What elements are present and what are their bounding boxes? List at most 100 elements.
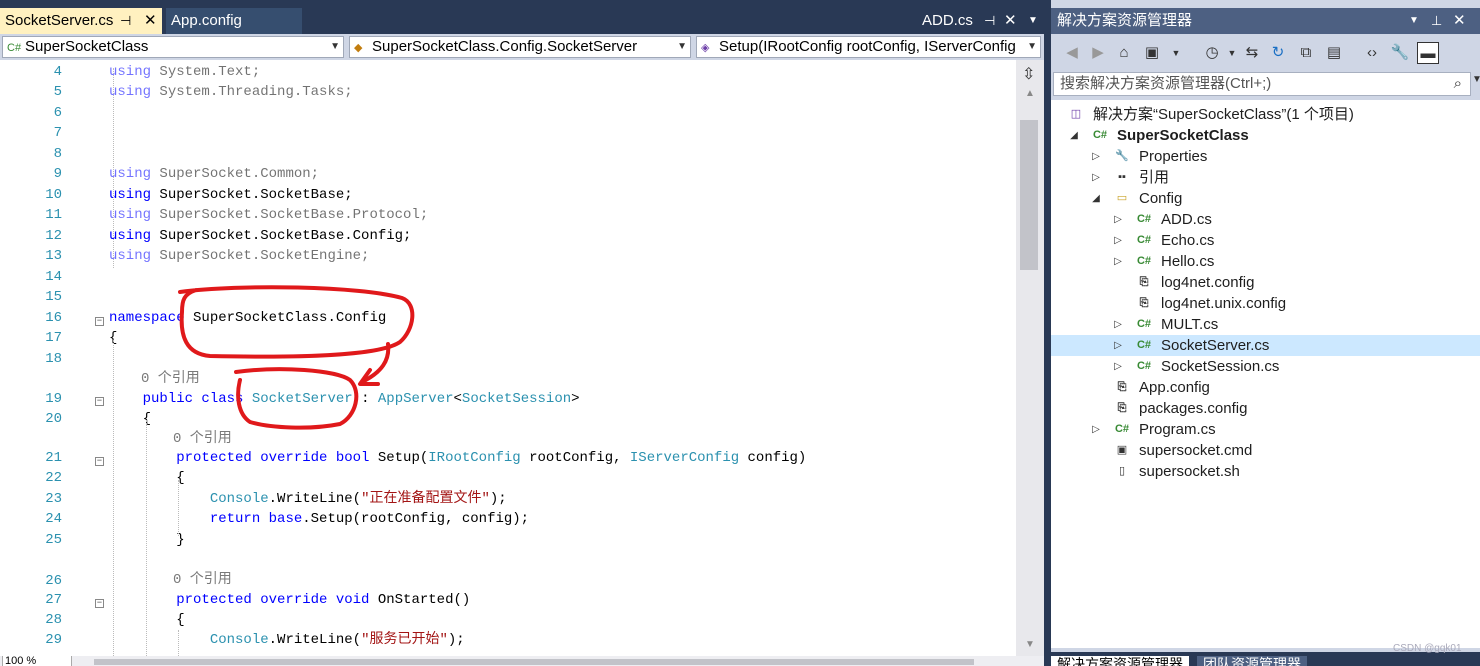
home-icon[interactable]: ⌂ [1113,42,1135,64]
code-line[interactable]: public class SocketServer : AppServer<So… [109,389,580,409]
expand-arrow-icon[interactable]: ▷ [1113,251,1123,272]
solution-tree: ◫ 解决方案“SuperSocketClass”(1 个项目) ◢ C# SuperSo… [1051,100,1480,648]
pin-icon[interactable]: ⊣ [120,8,131,34]
codelens-reference-count[interactable]: 0 个引用 [173,429,232,449]
pin-icon[interactable]: ⊣ [984,8,995,34]
back-icon[interactable]: ◀ [1061,42,1083,64]
tree-item[interactable]: ⎘ App.config [1051,377,1480,398]
tree-item[interactable]: ▷ 🔧 Properties [1051,146,1480,167]
expand-arrow-icon[interactable]: ▷ [1113,209,1123,230]
code-token: SuperSocket.SocketBase.Protocol; [151,207,429,223]
code-line[interactable]: Console.WriteLine("服务已开始"); [109,630,465,650]
codelens-reference-count[interactable]: 0 个引用 [141,369,200,389]
tab-solution-explorer[interactable]: 解决方案资源管理器 [1051,656,1189,666]
chevron-down-icon[interactable]: ▼ [1472,74,1480,85]
code-token: ); [447,632,465,648]
scrollbar-thumb[interactable] [1020,120,1038,270]
tree-item[interactable]: ⎘ log4net.unix.config [1051,293,1480,314]
code-token: IServerConfig [629,450,740,466]
tree-item[interactable]: ▣ supersocket.cmd [1051,440,1480,461]
collapse-arrow-icon[interactable]: ◢ [1091,188,1101,209]
fold-toggle[interactable]: − [95,599,104,608]
scroll-up-icon[interactable]: ▲ [1025,88,1035,99]
code-line[interactable]: protected override bool Setup(IRootConfi… [109,448,806,468]
expand-arrow-icon[interactable]: ▷ [1113,356,1123,377]
code-line[interactable]: using System.Threading.Tasks; [109,82,353,102]
chevron-down-icon[interactable]: ▼ [1409,8,1419,34]
refresh-icon[interactable]: ↻ [1267,42,1289,64]
line-number: 12 [45,228,62,244]
tree-item[interactable]: ⎘ packages.config [1051,398,1480,419]
code-line[interactable]: using SuperSocket.SocketBase.Protocol; [109,205,428,225]
collapse-all-icon[interactable]: ⧉ [1295,42,1317,64]
fold-toggle[interactable]: − [95,457,104,466]
scroll-down-icon[interactable]: ▼ [1025,639,1035,650]
tab-add-cs[interactable]: ADD.cs ⊣ ✕ ▼ [900,8,1044,34]
code-line[interactable]: { [109,409,151,429]
zoom-dropdown[interactable]: 100 % [2,656,72,666]
codelens-reference-count[interactable]: 0 个引用 [173,570,232,590]
tree-item[interactable]: ▷ C# Echo.cs [1051,230,1480,251]
expand-arrow-icon[interactable]: ▷ [1113,314,1123,335]
code-line[interactable]: using SuperSocket.Common; [109,164,319,184]
code-line[interactable]: using System.Text; [109,62,260,82]
vertical-scrollbar[interactable]: ⇳ ▲ ▼ [1016,60,1044,656]
tree-item[interactable]: ▷ ▪▪ 引用 [1051,167,1480,188]
properties-wrench-icon[interactable]: 🔧 [1389,42,1411,64]
close-icon[interactable]: ✕ [144,8,157,34]
project-dropdown[interactable]: C# SuperSocketClass ▼ [2,36,344,58]
tab-app-config[interactable]: App.config [166,8,302,34]
chevron-down-icon[interactable]: ▼ [1028,8,1038,34]
code-line[interactable]: Console.WriteLine("正在准备配置文件"); [109,489,507,509]
tree-item[interactable]: ▷ C# ADD.cs [1051,209,1480,230]
code-text-area[interactable]: 4 using System.Text; 5 using System.Threadi… [0,60,1016,656]
code-line[interactable]: return base.Setup(rootConfig, config); [109,509,529,529]
tree-item[interactable]: ◢ ▭ Config [1051,188,1480,209]
split-view-icon[interactable]: ⇳ [1022,64,1035,84]
fold-toggle[interactable]: − [95,397,104,406]
tab-socketserver-cs[interactable]: SocketServer.cs ⊣ ✕ [0,8,162,34]
view-code-icon[interactable]: ‹› [1361,42,1383,64]
tree-item[interactable]: ▷ C# SocketServer.cs [1051,335,1480,356]
pin-icon[interactable]: ⊥ [1431,8,1442,34]
expand-arrow-icon[interactable]: ▷ [1091,167,1101,188]
tree-item[interactable]: ▷ C# Program.cs [1051,419,1480,440]
solution-search-input[interactable]: 搜索解决方案资源管理器(Ctrl+;) ⌕ [1053,72,1471,96]
pending-changes-icon[interactable]: ◷ [1201,42,1223,64]
sync-icon[interactable]: ⇆ [1241,42,1263,64]
close-icon[interactable]: ✕ [1453,8,1466,34]
tree-item[interactable]: ▷ C# Hello.cs [1051,251,1480,272]
member-dropdown[interactable]: ◈ Setup(IRootConfig rootConfig, IServerC… [696,36,1041,58]
tree-item[interactable]: ▷ C# MULT.cs [1051,314,1480,335]
line-number: 24 [45,511,62,527]
tree-item[interactable]: ◢ C# SuperSocketClass [1051,125,1480,146]
csharp-file-icon: C# [1136,339,1152,351]
collapse-arrow-icon[interactable]: ◢ [1069,125,1079,146]
code-line[interactable]: using SuperSocket.SocketBase; [109,185,353,205]
close-icon[interactable]: ✕ [1004,8,1017,34]
code-line[interactable]: protected override void OnStarted() [109,590,470,610]
show-all-files-icon[interactable]: ▤ [1323,42,1345,64]
expand-arrow-icon[interactable]: ▷ [1113,335,1123,356]
forward-icon[interactable]: ▶ [1087,42,1109,64]
switch-views-icon[interactable]: ▣ [1141,42,1163,64]
preview-selected-icon[interactable]: ▬ [1417,42,1439,64]
class-dropdown[interactable]: ◆ SuperSocketClass.Config.SocketServer ▼ [349,36,691,58]
search-icon[interactable]: ⌕ [1454,73,1462,95]
tree-item[interactable]: ▯ supersocket.sh [1051,461,1480,482]
navigation-bar: C# SuperSocketClass ▼ ◆ SuperSocketClass… [0,34,1044,61]
tab-team-explorer[interactable]: 团队资源管理器 [1197,656,1307,666]
code-line[interactable]: namespace SuperSocketClass.Config [109,308,386,328]
code-line[interactable]: using SuperSocket.SocketBase.Config; [109,226,411,246]
horizontal-scrollbar-thumb[interactable] [94,659,974,665]
expand-arrow-icon[interactable]: ▷ [1113,230,1123,251]
fold-toggle[interactable]: − [95,317,104,326]
expand-arrow-icon[interactable]: ▷ [1091,419,1101,440]
tree-item[interactable]: ◫ 解决方案“SuperSocketClass”(1 个项目) [1051,104,1480,125]
chevron-down-icon[interactable]: ▼ [1221,42,1243,64]
tree-item[interactable]: ▷ C# SocketSession.cs [1051,356,1480,377]
tree-item[interactable]: ⎘ log4net.config [1051,272,1480,293]
chevron-down-icon[interactable]: ▼ [1165,42,1187,64]
expand-arrow-icon[interactable]: ▷ [1091,146,1101,167]
code-line[interactable]: using SuperSocket.SocketEngine; [109,246,369,266]
